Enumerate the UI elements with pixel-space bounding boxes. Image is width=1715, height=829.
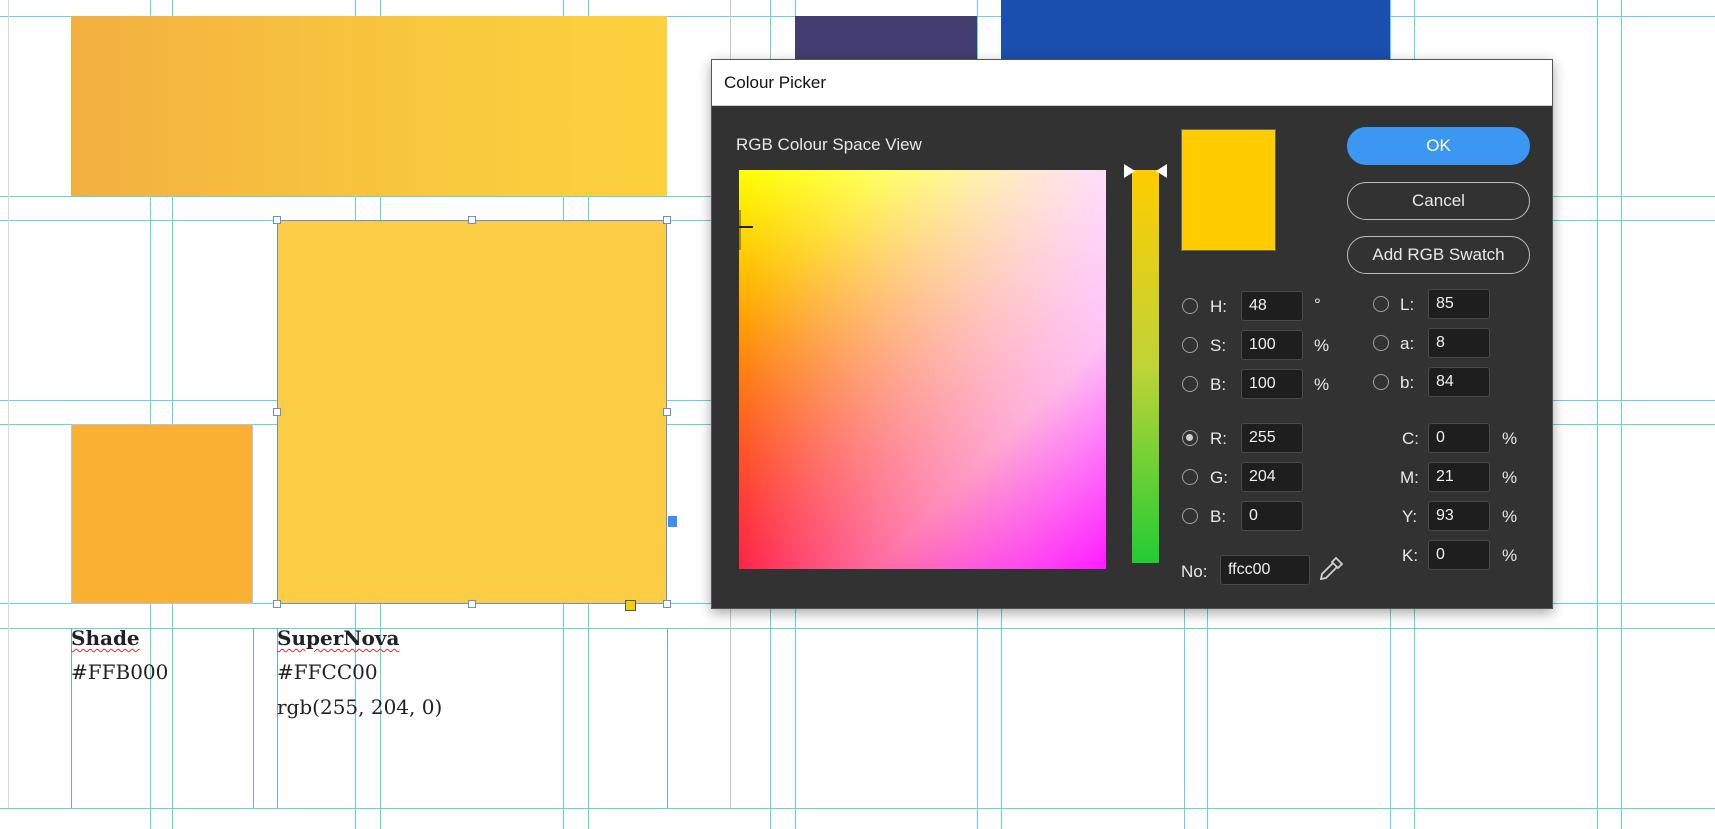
shade-swatch[interactable] [71, 424, 253, 604]
eyedropper-icon[interactable] [1316, 554, 1346, 584]
y-label: Y: [1402, 507, 1418, 526]
radio-h[interactable] [1182, 298, 1198, 314]
a-field[interactable]: 8 [1428, 328, 1490, 358]
k-unit: % [1502, 546, 1518, 565]
swatch-blue[interactable] [1001, 0, 1390, 59]
k-field[interactable]: 0 [1428, 540, 1490, 570]
cancel-button[interactable]: Cancel [1347, 182, 1530, 220]
selection-handle[interactable] [273, 216, 281, 224]
colour-field-cursor[interactable] [739, 226, 753, 228]
l-label: L: [1400, 295, 1415, 314]
lab-b-field[interactable]: 84 [1428, 367, 1490, 397]
radio-s[interactable] [1182, 337, 1198, 353]
b-label: B: [1210, 375, 1227, 394]
blue-field[interactable]: 0 [1241, 501, 1303, 531]
m-unit: % [1502, 468, 1518, 487]
k-label: K: [1402, 546, 1419, 565]
swatch-dark-purple[interactable] [795, 16, 977, 59]
shade-name: Shade [71, 626, 140, 650]
a-label: a: [1400, 334, 1415, 353]
selection-handle[interactable] [273, 408, 281, 416]
radio-blue[interactable] [1182, 508, 1198, 524]
m-field[interactable]: 21 [1428, 462, 1490, 492]
supernova-swatch[interactable] [277, 220, 667, 604]
supernova-hex: #FFCC00 [277, 660, 378, 684]
content-grabber[interactable] [625, 600, 636, 611]
l-field[interactable]: 85 [1428, 289, 1490, 319]
gradient-swatch[interactable] [71, 16, 667, 196]
g-label: G: [1210, 468, 1228, 487]
s-unit: % [1314, 336, 1330, 355]
s-label: S: [1210, 336, 1227, 355]
y-unit: % [1502, 507, 1518, 526]
c-label: C: [1402, 429, 1419, 448]
ok-button[interactable]: OK [1347, 127, 1530, 165]
radio-lab-b[interactable] [1373, 374, 1389, 390]
hex-label: No: [1181, 562, 1208, 581]
selection-handle[interactable] [273, 600, 281, 608]
h-unit: ° [1314, 295, 1321, 314]
y-field[interactable]: 93 [1428, 501, 1490, 531]
add-rgb-swatch-button[interactable]: Add RGB Swatch [1347, 236, 1530, 274]
slider-handle[interactable] [1124, 164, 1135, 178]
r-label: R: [1210, 429, 1227, 448]
selection-handle[interactable] [468, 216, 476, 224]
supernova-name: SuperNova [277, 626, 400, 650]
selection-handle[interactable] [663, 216, 671, 224]
dialog-titlebar[interactable]: Colour Picker [712, 60, 1552, 106]
b-unit: % [1314, 375, 1330, 394]
radio-r[interactable] [1182, 430, 1198, 446]
h-field[interactable]: 48 [1241, 291, 1303, 321]
dialog-title: Colour Picker [724, 73, 827, 92]
h-label: H: [1210, 297, 1227, 316]
radio-a[interactable] [1373, 335, 1389, 351]
radio-g[interactable] [1182, 469, 1198, 485]
m-label: M: [1400, 468, 1419, 487]
supernova-rgb: rgb(255, 204, 0) [277, 695, 443, 719]
r-field[interactable]: 255 [1241, 423, 1303, 453]
colour-preview [1181, 129, 1276, 251]
selection-handle[interactable] [663, 408, 671, 416]
colour-picker-dialog: Colour Picker RGB Colour Space View OK C… [711, 59, 1553, 609]
view-label: RGB Colour Space View [736, 135, 922, 154]
selection-handle[interactable] [663, 600, 671, 608]
colour-field-overlay [739, 170, 1106, 569]
s-field[interactable]: 100 [1241, 330, 1303, 360]
blue-label: B: [1210, 507, 1227, 526]
c-field[interactable]: 0 [1428, 423, 1490, 453]
shade-hex: #FFB000 [71, 660, 169, 684]
frame-link-handle[interactable] [668, 516, 677, 527]
radio-l[interactable] [1373, 296, 1389, 312]
g-field[interactable]: 204 [1241, 462, 1303, 492]
radio-b[interactable] [1182, 376, 1198, 392]
selection-handle[interactable] [468, 600, 476, 608]
green-channel-slider[interactable] [1132, 170, 1159, 563]
b-field[interactable]: 100 [1241, 369, 1303, 399]
c-unit: % [1502, 429, 1518, 448]
lab-b-label: b: [1400, 373, 1415, 392]
hex-field[interactable]: ffcc00 [1220, 555, 1310, 585]
